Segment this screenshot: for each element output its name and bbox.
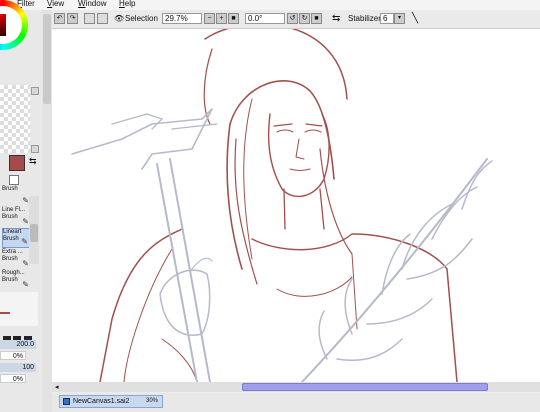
pencil-icon: ✎ <box>22 196 29 205</box>
menu-help[interactable]: Help <box>119 0 135 9</box>
tool-lineart-brush[interactable]: Lineart Brush ✎ <box>2 228 30 248</box>
document-zoom: 30% <box>145 398 158 404</box>
density-field[interactable]: 100 <box>0 363 36 372</box>
neck-lineart <box>283 188 286 230</box>
document-name: NewCanvas1.sai2 <box>73 398 130 405</box>
tool-list-scroll-thumb[interactable] <box>30 224 38 242</box>
neck-lineart <box>319 188 325 230</box>
hand-sketch <box>159 269 211 336</box>
palm-leaf-sketch <box>366 298 433 325</box>
halo-lineart <box>204 29 348 100</box>
min-density-field[interactable]: 0% <box>0 374 26 383</box>
palm-leaf-sketch <box>406 238 473 280</box>
pencil-icon: ✎ <box>21 237 28 246</box>
canvas-horizontal-scrollbar[interactable]: ◂ <box>52 382 540 392</box>
brush-size-field[interactable]: 200.0 <box>0 340 36 349</box>
left-panel-scroll-thumb[interactable] <box>43 14 51 104</box>
selection-visibility-icon[interactable]: 👁 <box>114 13 124 24</box>
tool-label-line1: Line Fl... <box>2 207 26 213</box>
tool-rough-brush[interactable]: Rough... Brush ✎ <box>2 270 30 290</box>
document-icon <box>63 398 70 405</box>
flag-sketch <box>171 123 218 130</box>
stabilizer-field[interactable]: 6 <box>380 13 394 24</box>
palm-leaf-sketch <box>336 338 403 361</box>
menu-view[interactable]: View <box>47 0 64 9</box>
sleeve-lineart <box>161 338 198 382</box>
invert-selection-button[interactable] <box>97 13 108 24</box>
zoom-reset-button[interactable]: ■ <box>228 13 239 24</box>
tool-brush-1[interactable]: Brush ✎ <box>2 186 30 206</box>
color-scratchpad[interactable] <box>0 85 30 153</box>
nose-lineart <box>295 138 305 160</box>
menu-bar: r Filter View Window Help <box>0 0 540 10</box>
chest-lineart <box>276 276 353 297</box>
tool-extra-brush[interactable]: Extra ... Brush ✎ <box>2 249 30 269</box>
color-saturation-square[interactable] <box>0 14 6 36</box>
pencil-icon: ✎ <box>22 280 29 289</box>
shoulder-lineart <box>351 253 358 330</box>
min-size-field[interactable]: 0% <box>0 351 26 360</box>
hair-lineart <box>226 123 243 270</box>
stabilizer-dropdown-button[interactable]: ▾ <box>394 13 405 24</box>
left-panel-scrollbar[interactable] <box>42 10 52 412</box>
zoom-field[interactable]: 29.7% <box>162 13 202 24</box>
eye-lineart <box>304 129 322 133</box>
canvas-toolbar: ↶ ↷ 👁 Selection 29.7% − + ■ 0.0° ↺ ↻ ■ ⇆… <box>52 10 540 29</box>
menu-window[interactable]: Window <box>78 0 106 9</box>
tool-label-line2: Brush <box>2 186 18 192</box>
left-tool-panel: ⇆ Brush ✎ Line Fl... Brush ✎ Lineart Bru… <box>0 0 43 412</box>
brush-stroke-preview <box>0 312 10 314</box>
face-lineart <box>267 113 330 198</box>
panel-toggle-button-2[interactable] <box>31 145 39 153</box>
drawing-canvas[interactable] <box>52 29 540 382</box>
swap-colors-icon[interactable]: ⇆ <box>29 156 37 167</box>
hair-lineart <box>243 98 253 260</box>
mouth-lineart <box>289 168 311 171</box>
rotate-right-button[interactable]: ↻ <box>299 13 310 24</box>
pencil-icon: ✎ <box>22 217 29 226</box>
flag-sketch <box>111 113 163 130</box>
brow-lineart <box>273 123 293 127</box>
rotate-left-button[interactable]: ↺ <box>287 13 298 24</box>
undo-button[interactable]: ↶ <box>54 13 65 24</box>
document-tab[interactable]: NewCanvas1.sai2 30% <box>59 395 163 408</box>
tool-list-scrollbar[interactable] <box>29 196 39 264</box>
flag-sketch <box>71 108 213 170</box>
panel-toggle-button[interactable] <box>31 87 39 95</box>
brush-preview <box>0 292 38 326</box>
primary-color-swatch[interactable] <box>9 155 25 171</box>
hand-sketch <box>191 257 213 270</box>
zoom-out-button[interactable]: − <box>204 13 215 24</box>
rotation-reset-button[interactable]: ■ <box>311 13 322 24</box>
pencil-icon: ✎ <box>22 259 29 268</box>
scroll-left-icon[interactable]: ◂ <box>55 383 59 391</box>
tool-label-line1: Rough... <box>2 270 25 276</box>
rotation-field[interactable]: 0.0° <box>245 13 285 24</box>
palm-leaf-sketch <box>318 310 328 360</box>
transparent-color-toggle[interactable] <box>9 175 19 185</box>
selection-label: Selection <box>125 14 158 23</box>
straight-line-icon[interactable]: ╲ <box>412 13 418 24</box>
stabilizer-label: Stabilizer <box>348 14 381 23</box>
eye-lineart <box>276 129 294 133</box>
canvas-artwork[interactable] <box>52 29 540 382</box>
redo-button[interactable]: ↷ <box>67 13 78 24</box>
tool-line-fill-brush[interactable]: Line Fl... Brush ✎ <box>2 207 30 227</box>
tool-label-line1: Extra ... <box>2 249 23 255</box>
palm-leaf-sketch <box>344 278 353 335</box>
zoom-in-button[interactable]: + <box>216 13 227 24</box>
brow-lineart <box>305 123 323 127</box>
tool-label-line1: Lineart <box>3 229 22 235</box>
document-tab-bar: NewCanvas1.sai2 30% <box>52 393 540 412</box>
deselect-button[interactable] <box>84 13 95 24</box>
canvas-scroll-thumb[interactable] <box>242 383 488 391</box>
palm-stem-sketch <box>301 158 488 382</box>
collar-lineart <box>251 233 353 251</box>
flip-horizontal-icon[interactable]: ⇆ <box>332 13 340 24</box>
